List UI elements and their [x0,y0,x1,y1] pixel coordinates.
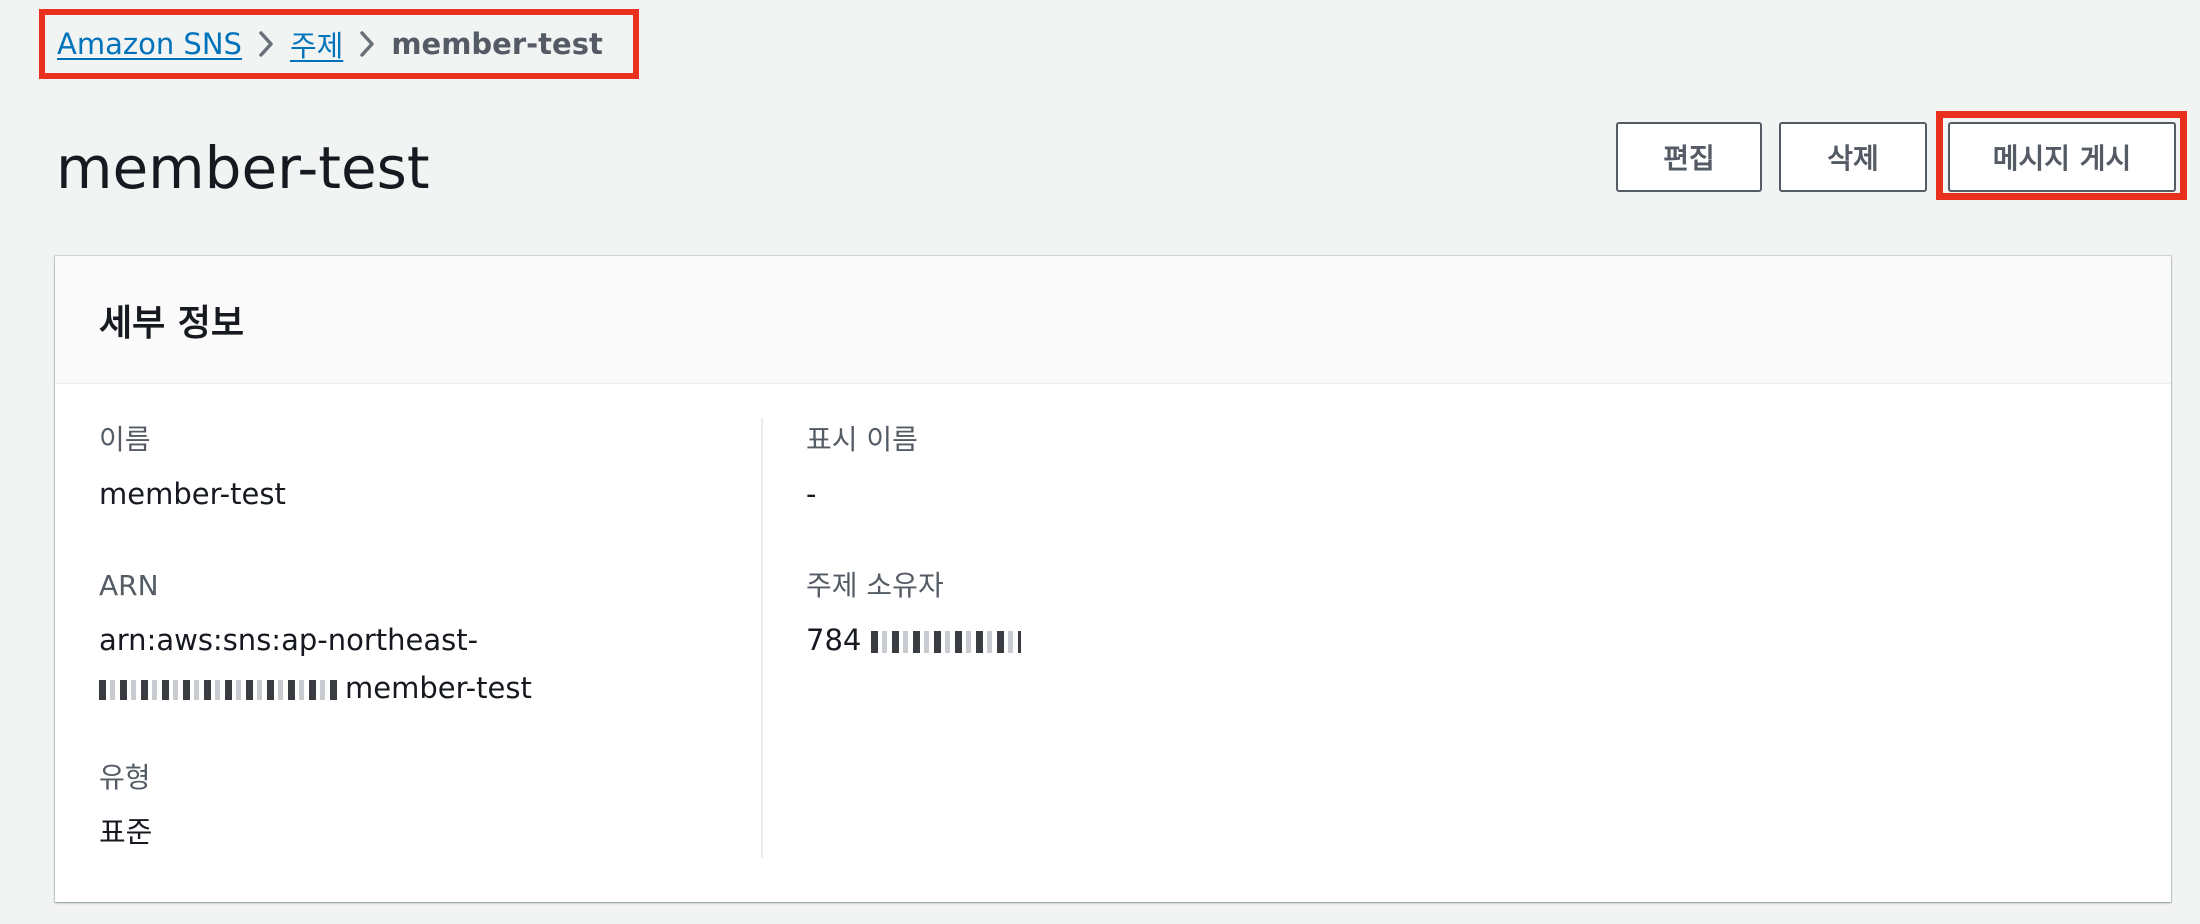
breadcrumb-link-topics[interactable]: 주제 [290,23,343,65]
breadcrumb-link-amazon-sns[interactable]: Amazon SNS [57,27,242,61]
arn-label: ARN [99,569,159,602]
arn-value: arn:aws:sns:ap-northeast- member-test [99,616,719,712]
name-field: 이름 member-test [99,420,719,518]
page-title: member-test [56,134,430,202]
details-panel: 세부 정보 이름 member-test ARN arn:aws:sns:ap-… [55,256,2171,902]
name-label: 이름 [99,423,151,456]
details-panel-header: 세부 정보 [55,256,2171,384]
publish-message-button[interactable]: 메시지 게시 [1948,122,2176,192]
type-field: 유형 표준 [99,758,719,856]
details-panel-title: 세부 정보 [99,302,245,344]
redacted-account-id [99,680,337,700]
arn-value-line2: member-test [99,664,719,712]
arn-value-suffix: member-test [345,671,532,705]
type-value: 표준 [99,815,153,849]
chevron-right-icon [258,30,274,58]
edit-button[interactable]: 편집 [1616,122,1762,192]
topic-owner-prefix: 784 [806,623,862,657]
publish-button-highlight: 메시지 게시 [1936,111,2187,200]
topic-owner-field: 주제 소유자 784 [806,566,1426,664]
display-name-value: - [806,477,817,511]
name-value: member-test [99,477,286,511]
type-label: 유형 [99,761,151,794]
column-divider [761,418,763,858]
arn-field: ARN arn:aws:sns:ap-northeast- member-tes… [99,566,719,712]
display-name-field: 표시 이름 - [806,420,1426,518]
arn-value-line1: arn:aws:sns:ap-northeast- [99,623,479,657]
redacted-owner-id [871,631,1022,653]
details-panel-body: 이름 member-test ARN arn:aws:sns:ap-northe… [55,384,2171,902]
breadcrumb-current: member-test [391,27,603,61]
breadcrumb: Amazon SNS 주제 member-test [39,9,639,79]
chevron-right-icon [359,30,375,58]
delete-button[interactable]: 삭제 [1779,122,1927,192]
display-name-label: 표시 이름 [806,423,918,456]
topic-owner-value: 784 [806,616,1426,664]
topic-owner-label: 주제 소유자 [806,569,944,602]
